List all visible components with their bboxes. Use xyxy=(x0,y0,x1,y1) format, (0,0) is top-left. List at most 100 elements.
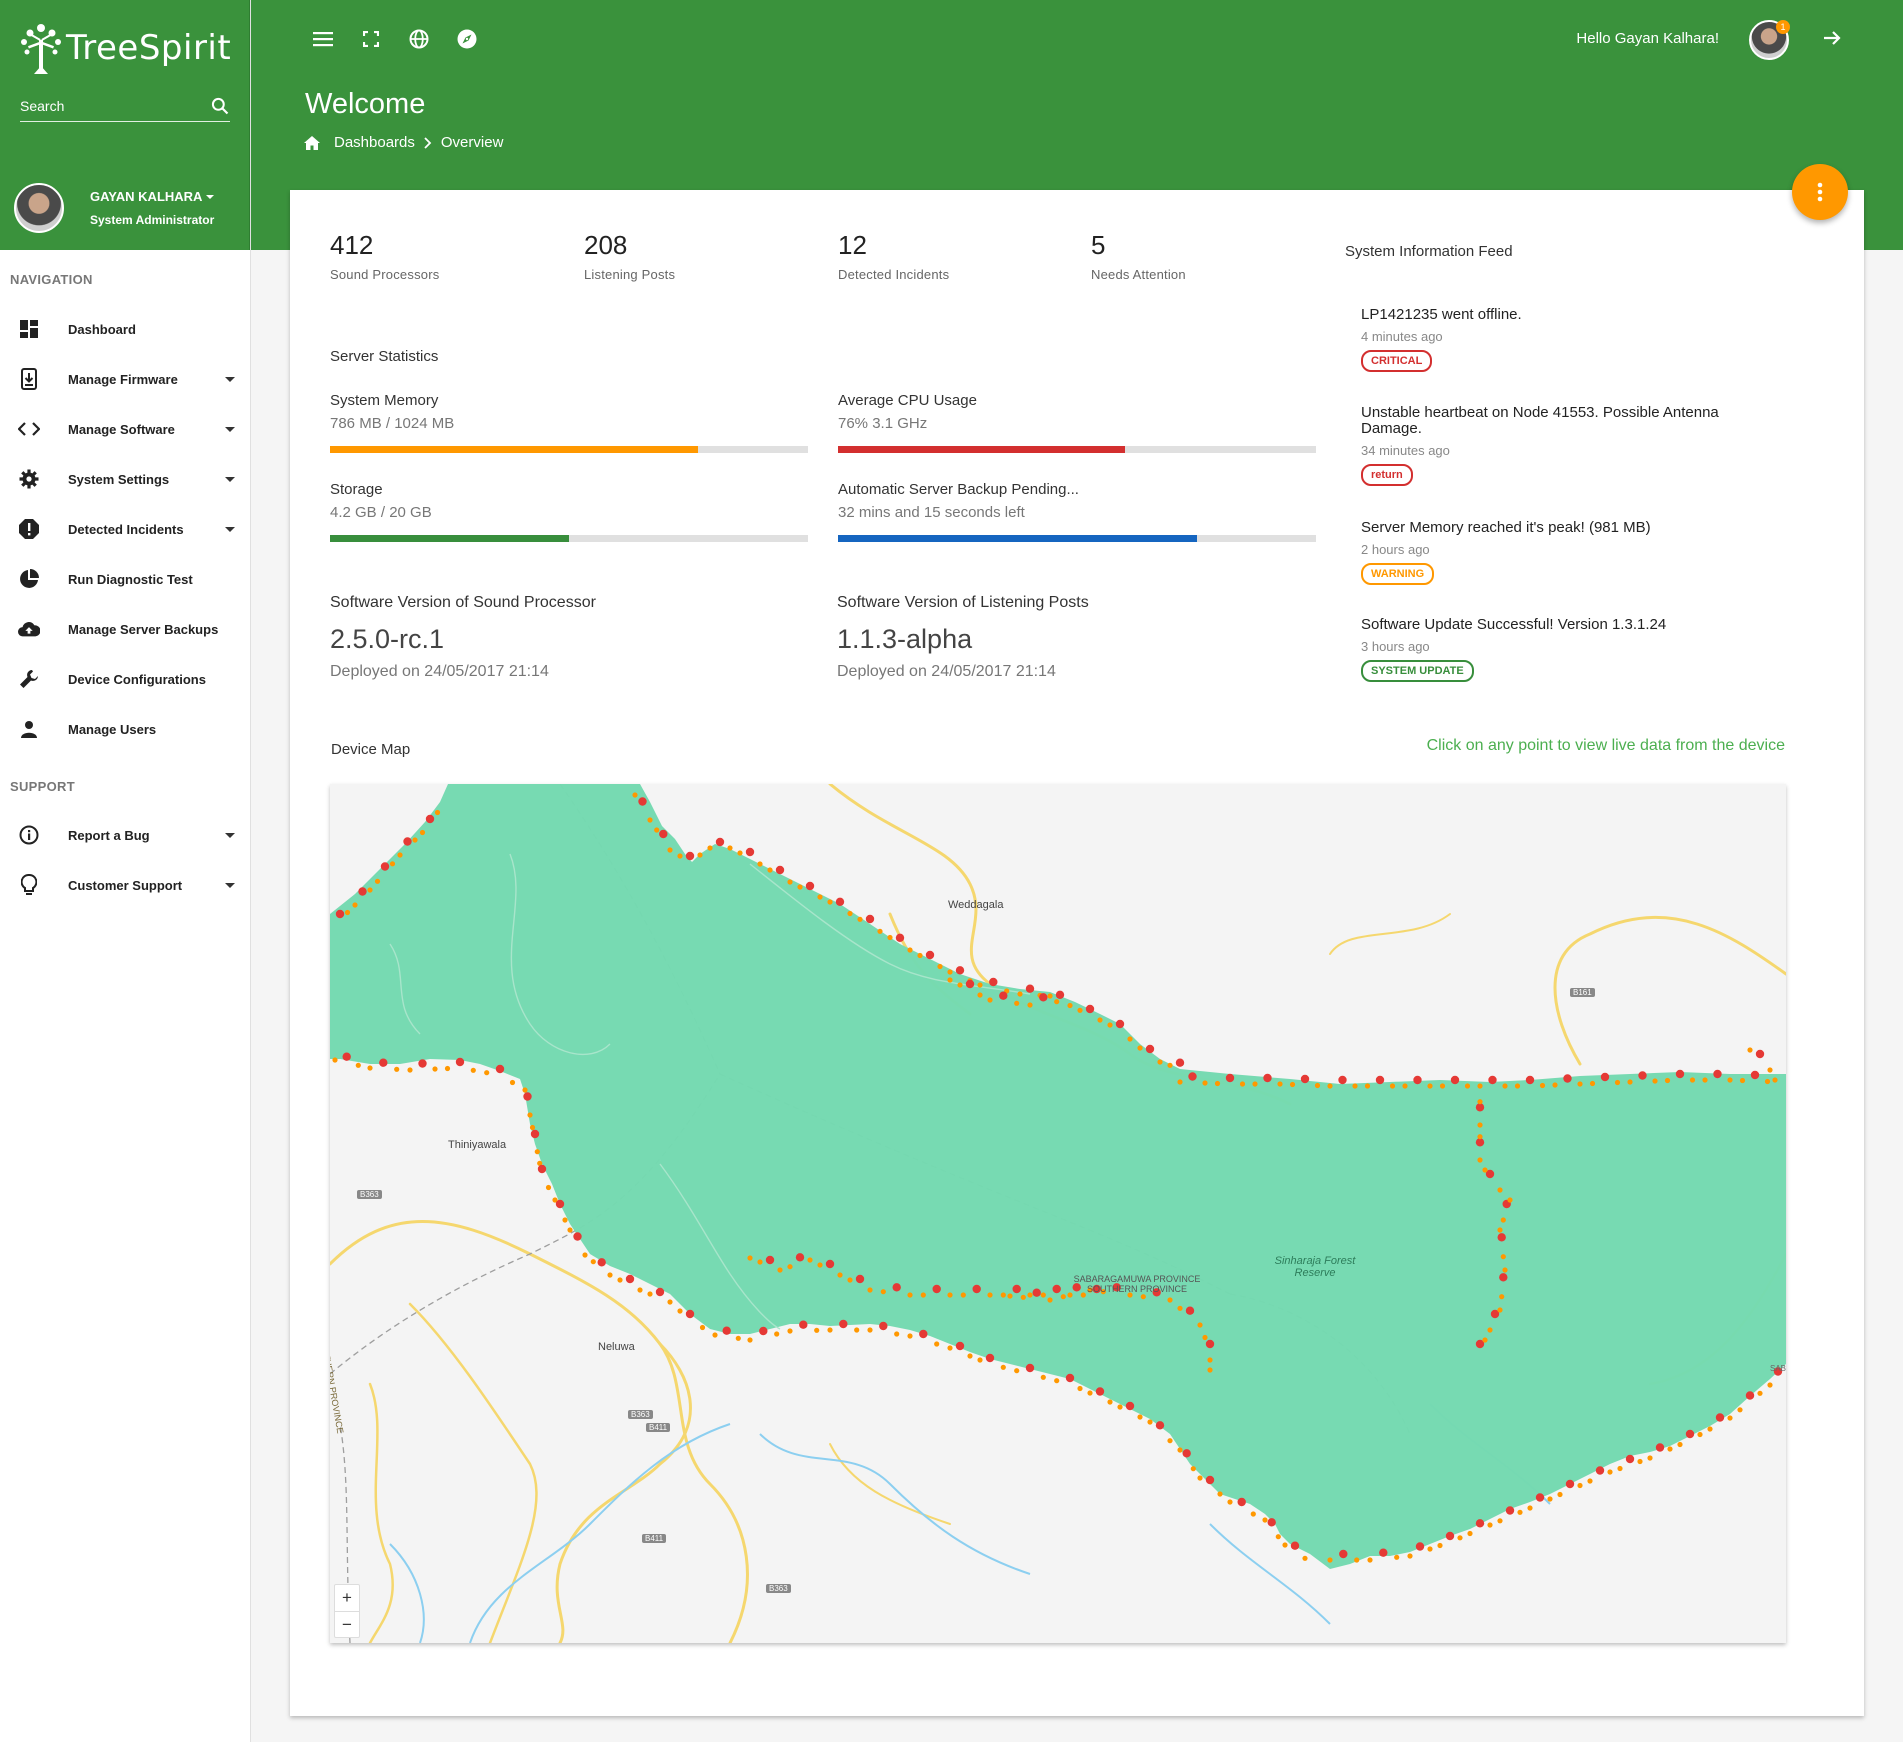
device-point-critical[interactable] xyxy=(1290,1541,1300,1550)
device-point-critical[interactable] xyxy=(1039,993,1048,1002)
device-point-warning[interactable] xyxy=(1607,1469,1613,1475)
device-point-warning[interactable] xyxy=(1727,1077,1733,1083)
device-point-warning[interactable] xyxy=(1739,1077,1746,1084)
device-point-warning[interactable] xyxy=(787,879,793,885)
device-point-warning[interactable] xyxy=(1077,1007,1083,1013)
device-point-critical[interactable] xyxy=(335,909,345,919)
device-point-critical[interactable] xyxy=(1032,1288,1041,1297)
device-point-warning[interactable] xyxy=(534,1149,540,1155)
device-point-warning[interactable] xyxy=(1047,993,1053,999)
device-point-critical[interactable] xyxy=(1505,1506,1515,1515)
device-point-warning[interactable] xyxy=(1239,1081,1246,1087)
device-point-warning[interactable] xyxy=(1137,1414,1143,1420)
device-point-warning[interactable] xyxy=(1477,1122,1483,1128)
device-point-warning[interactable] xyxy=(937,963,943,970)
device-point-critical[interactable] xyxy=(799,1320,808,1329)
device-point-critical[interactable] xyxy=(919,1329,928,1339)
device-point-warning[interactable] xyxy=(847,1277,853,1283)
device-point-warning[interactable] xyxy=(787,1264,793,1270)
device-point-critical[interactable] xyxy=(1025,984,1035,993)
device-point-critical[interactable] xyxy=(895,933,905,942)
device-point-warning[interactable] xyxy=(747,1255,753,1261)
device-point-critical[interactable] xyxy=(1750,1070,1760,1080)
device-point-critical[interactable] xyxy=(985,1353,995,1363)
device-point-warning[interactable] xyxy=(817,1262,823,1268)
device-point-warning[interactable] xyxy=(847,910,853,917)
device-point-critical[interactable] xyxy=(380,862,390,871)
device-point-critical[interactable] xyxy=(892,1283,901,1292)
device-point-warning[interactable] xyxy=(1464,1083,1471,1089)
device-point-warning[interactable] xyxy=(1497,1307,1503,1313)
device-point-warning[interactable] xyxy=(987,997,993,1003)
device-point-critical[interactable] xyxy=(1052,1284,1061,1294)
device-point-warning[interactable] xyxy=(947,969,953,975)
device-point-warning[interactable] xyxy=(1477,1083,1483,1089)
device-point-critical[interactable] xyxy=(495,1064,505,1074)
device-point-warning[interactable] xyxy=(647,817,653,823)
device-point-critical[interactable] xyxy=(839,1319,848,1329)
device-point-critical[interactable] xyxy=(1065,1373,1075,1383)
device-point-critical[interactable] xyxy=(1025,1363,1035,1373)
device-point-warning[interactable] xyxy=(677,853,683,859)
device-point-warning[interactable] xyxy=(1060,1294,1066,1300)
device-point-warning[interactable] xyxy=(827,1327,833,1333)
device-point-warning[interactable] xyxy=(1207,1357,1213,1363)
sidebar-item-device-configurations[interactable]: Device Configurations xyxy=(0,654,250,704)
device-point-warning[interactable] xyxy=(1467,1530,1473,1537)
device-point-warning[interactable] xyxy=(545,1184,552,1191)
device-point-warning[interactable] xyxy=(374,878,381,884)
device-point-warning[interactable] xyxy=(947,977,953,983)
device-point-warning[interactable] xyxy=(1482,1167,1488,1173)
device-point-critical[interactable] xyxy=(1267,1518,1276,1527)
device-point-warning[interactable] xyxy=(1117,1404,1123,1410)
home-icon[interactable] xyxy=(304,135,320,150)
device-point-warning[interactable] xyxy=(877,928,883,934)
forest-reserve-area[interactable] xyxy=(330,784,1786,1643)
device-point-warning[interactable] xyxy=(1517,1509,1523,1515)
device-point-warning[interactable] xyxy=(397,852,403,858)
device-point-warning[interactable] xyxy=(1207,1367,1213,1373)
sidebar-item-manage-server-backups[interactable]: Manage Server Backups xyxy=(0,604,250,654)
device-point-critical[interactable] xyxy=(989,977,998,987)
device-point-warning[interactable] xyxy=(957,982,963,988)
device-point-warning[interactable] xyxy=(1500,1217,1506,1223)
device-point-warning[interactable] xyxy=(747,1337,753,1343)
sidebar-item-manage-users[interactable]: Manage Users xyxy=(0,704,250,754)
device-point-warning[interactable] xyxy=(1707,1426,1713,1432)
device-point-critical[interactable] xyxy=(715,837,725,847)
map-canvas[interactable] xyxy=(330,784,1786,1643)
device-point-warning[interactable] xyxy=(1457,1535,1463,1541)
device-point-warning[interactable] xyxy=(1262,1517,1268,1523)
device-point-warning[interactable] xyxy=(412,837,418,843)
device-point-warning[interactable] xyxy=(1289,1081,1296,1088)
device-point-critical[interactable] xyxy=(1525,1075,1535,1085)
device-point-warning[interactable] xyxy=(1497,1518,1503,1524)
device-point-warning[interactable] xyxy=(1000,1292,1006,1298)
device-point-warning[interactable] xyxy=(960,1292,966,1298)
device-point-warning[interactable] xyxy=(934,1341,940,1347)
device-point-critical[interactable] xyxy=(685,1309,695,1319)
device-point-critical[interactable] xyxy=(1535,1493,1545,1502)
device-point-critical[interactable] xyxy=(1012,1284,1021,1294)
device-point-critical[interactable] xyxy=(1205,1475,1215,1485)
device-point-warning[interactable] xyxy=(1327,1083,1333,1089)
sidebar-item-detected-incidents[interactable]: Detected Incidents xyxy=(0,504,250,554)
device-point-warning[interactable] xyxy=(407,1067,413,1073)
device-point-warning[interactable] xyxy=(1587,1478,1593,1484)
device-point-critical[interactable] xyxy=(879,1321,888,1331)
device-point-warning[interactable] xyxy=(1527,1505,1533,1511)
device-point-warning[interactable] xyxy=(1137,1045,1143,1051)
device-point-warning[interactable] xyxy=(1772,1077,1778,1083)
device-point-warning[interactable] xyxy=(1727,1415,1733,1421)
device-point-warning[interactable] xyxy=(854,1327,860,1333)
device-point-warning[interactable] xyxy=(527,1112,533,1118)
device-point-critical[interactable] xyxy=(1595,1466,1605,1475)
device-point-critical[interactable] xyxy=(342,1052,351,1061)
device-point-critical[interactable] xyxy=(1565,1479,1575,1489)
device-point-warning[interactable] xyxy=(1067,1002,1073,1009)
device-point-warning[interactable] xyxy=(977,992,983,998)
device-point-critical[interactable] xyxy=(965,979,975,989)
device-point-warning[interactable] xyxy=(1007,1293,1013,1299)
device-point-warning[interactable] xyxy=(1140,1294,1146,1300)
device-point-warning[interactable] xyxy=(1627,1079,1633,1085)
